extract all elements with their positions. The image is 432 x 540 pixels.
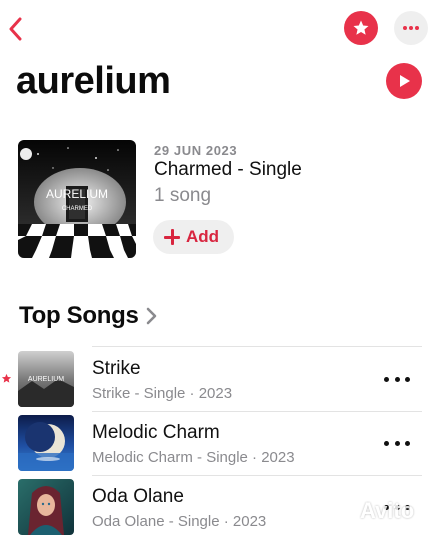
dot-icon [394,376,400,382]
top-songs-header[interactable]: Top Songs [19,302,157,330]
song-title: Oda Olane [92,486,184,507]
section-title: Top Songs [19,302,139,329]
song-title: Melodic Charm [92,422,220,443]
song-artwork [18,415,74,471]
watermark-text: Avito [360,498,415,523]
release-track-count: 1 song [154,185,212,206]
artist-name: aurelium [16,60,171,102]
song-artwork-text: AURELIUM [28,376,64,383]
dot-icon [384,376,389,382]
chevron-right-icon [146,307,156,325]
release-title[interactable]: Charmed - Single [154,159,302,181]
chevron-left-icon [9,17,22,41]
ellipsis-icon [403,26,419,30]
song-artwork [18,479,74,535]
watermark-logo-icon [326,498,353,524]
dot-icon [394,440,400,446]
add-button[interactable]: Add [153,220,234,254]
add-button-label: Add [186,227,220,246]
more-options-button[interactable] [394,11,428,45]
song-title: Strike [92,358,141,379]
dot-icon [405,440,410,446]
dot-icon [405,376,410,382]
song-row[interactable]: Melodic Charm Melodic Charm - Single · 2… [0,412,432,476]
song-artwork: AURELIUM [18,351,74,407]
back-button[interactable] [4,12,26,46]
star-icon [353,20,369,35]
song-subtitle: Strike - Single · 2023 [92,385,233,402]
release-artwork-subtext: CHARMED [62,206,93,212]
release-date: 29 JUN 2023 [154,143,238,158]
song-subtitle: Oda Olane - Single · 2023 [92,513,267,530]
watermark: Avito [326,498,414,524]
play-button[interactable] [386,63,422,99]
row-divider [92,346,422,347]
play-icon [400,75,410,87]
release-artwork-text: AURELIUM [46,187,108,201]
release-artwork[interactable]: AURELIUM CHARMED [18,140,136,258]
song-more-button[interactable] [384,369,410,389]
dot-icon [384,440,389,446]
song-subtitle: Melodic Charm - Single · 2023 [92,449,295,466]
song-more-button[interactable] [384,433,410,453]
top-bar [0,0,432,60]
song-row[interactable]: AURELIUM Strike Strike - Single · 2023 [0,348,432,412]
favorite-button[interactable] [344,11,378,45]
plus-icon [164,229,180,245]
